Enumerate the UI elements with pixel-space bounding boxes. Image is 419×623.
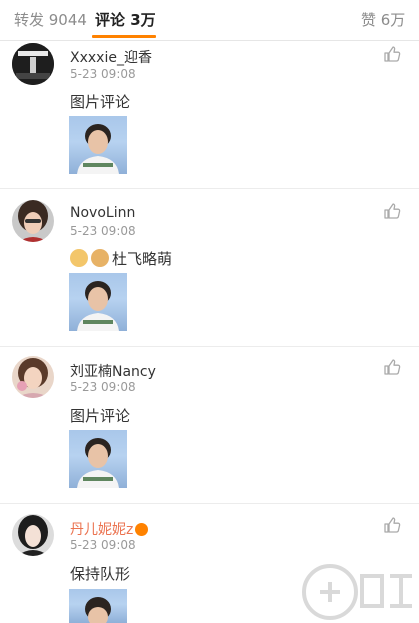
- comment-time: 5-23 09:08: [70, 380, 136, 394]
- username[interactable]: Xxxxie_迎香: [70, 47, 152, 67]
- cat-emoji-icon: [70, 249, 88, 267]
- watermark-logo-icon: [302, 564, 412, 620]
- comment-time: 5-23 09:08: [70, 538, 136, 552]
- avatar[interactable]: [12, 514, 54, 556]
- comment-time: 5-23 09:08: [70, 224, 136, 238]
- comment-text: 图片评论: [70, 93, 131, 111]
- doge-emoji-icon: [91, 249, 109, 267]
- avatar[interactable]: [12, 200, 54, 242]
- thumbs-up-icon[interactable]: [383, 358, 401, 376]
- avatar[interactable]: [12, 43, 54, 85]
- comment-text: 保持队形: [70, 565, 131, 583]
- tab-likes[interactable]: 赞 6万: [361, 9, 405, 30]
- comment-image[interactable]: [69, 273, 127, 331]
- thumbs-up-icon[interactable]: [383, 45, 401, 63]
- comment-item: Xxxxie_迎香 5-23 09:08 图片评论: [0, 41, 419, 189]
- comment-image[interactable]: [69, 589, 127, 623]
- comment-item: 刘亚楠Nancy 5-23 09:08 图片评论: [0, 346, 419, 504]
- comment-text-body: 杜飞略萌: [112, 250, 173, 268]
- thumbs-up-icon[interactable]: [383, 202, 401, 220]
- username[interactable]: NovoLinn: [70, 205, 135, 221]
- comment-time: 5-23 09:08: [70, 67, 136, 81]
- comment-image[interactable]: [69, 430, 127, 488]
- comment-item: NovoLinn 5-23 09:08 杜飞略萌: [0, 188, 419, 347]
- comment-text: 图片评论: [70, 407, 131, 425]
- active-tab-indicator: [92, 35, 156, 38]
- avatar[interactable]: [12, 356, 54, 398]
- tab-repost[interactable]: 转发 9044: [14, 9, 87, 30]
- comment-image[interactable]: [69, 116, 127, 174]
- username-text[interactable]: 丹儿妮妮z: [70, 522, 133, 538]
- username[interactable]: 丹儿妮妮z: [70, 519, 149, 539]
- tab-comments[interactable]: 评论 3万: [95, 9, 156, 30]
- comment-text: 杜飞略萌: [70, 248, 172, 269]
- username[interactable]: 刘亚楠Nancy: [70, 361, 156, 381]
- thumbs-up-icon[interactable]: [383, 516, 401, 534]
- vip-badge-icon: [135, 523, 149, 536]
- comment-tab-bar: 转发 9044 评论 3万 赞 6万: [0, 0, 419, 41]
